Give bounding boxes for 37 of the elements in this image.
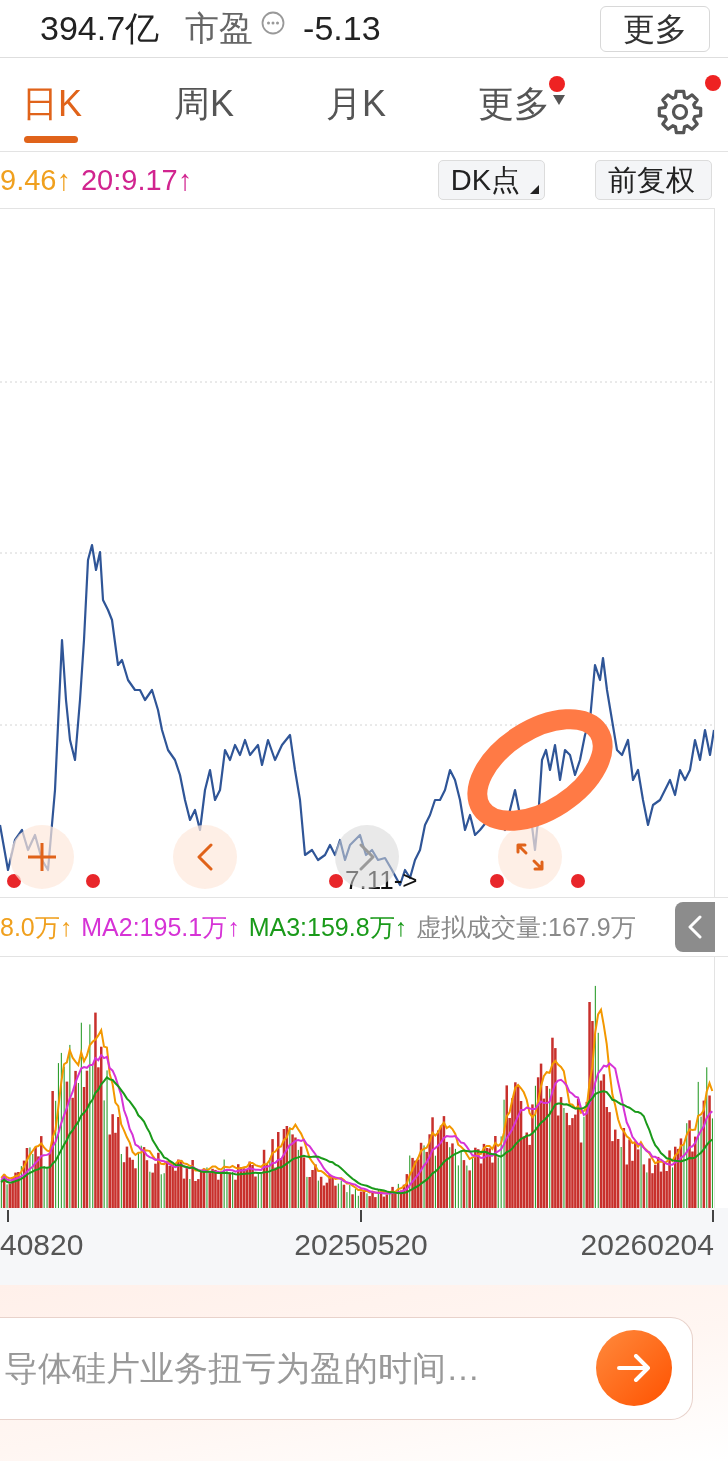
volume-legend-text: MA3:159.8万↑ (248, 911, 408, 943)
price-average-text: 20:9.17↑ (80, 163, 193, 197)
period-tab[interactable]: 月K (326, 58, 387, 151)
adjust-button[interactable]: 前复权 (595, 160, 712, 200)
arrow-right-icon (617, 1354, 651, 1382)
period-tab[interactable]: 日K (22, 58, 82, 151)
event-dot-icon (329, 874, 343, 888)
market-value: 394.7亿 (40, 7, 160, 49)
volume-legend-text: 虚拟成交量:167.9万 (416, 911, 636, 943)
pe-value: -5.13 (303, 9, 381, 48)
more-button[interactable]: 更多 (600, 5, 710, 52)
volume-legend-text: 8.0万↑ (0, 911, 73, 943)
event-dot-icon (7, 874, 21, 888)
expand-icon (515, 842, 545, 872)
dk-button[interactable]: DK点 (437, 160, 545, 200)
pe-label: 市盈 (185, 7, 254, 49)
event-dot-icon (490, 874, 504, 888)
date-axis-label: 20250520 (294, 1228, 428, 1262)
plus-icon (27, 842, 57, 872)
collapse-button[interactable] (675, 902, 715, 952)
period-tab[interactable]: 周K (174, 58, 235, 151)
question-field[interactable]: 导体硅片业务扭亏为盈的时间… (0, 1317, 693, 1420)
chevron-left-icon (197, 843, 213, 871)
chevron-right-icon (359, 843, 375, 871)
event-dot-icon (86, 874, 100, 888)
date-axis-label: 40820 (0, 1228, 84, 1262)
plus-button[interactable] (10, 825, 74, 889)
date-axis-label: 20260204 (580, 1228, 714, 1262)
more-info-icon[interactable] (261, 10, 286, 35)
price-average-text: 9.46↑ (0, 163, 71, 197)
event-dot-icon (571, 874, 585, 888)
date-marker-label: 7.11-> (345, 865, 418, 896)
volume-legend-text: MA2:195.1万↑ (81, 911, 240, 943)
chevron-left-icon (688, 915, 702, 939)
settings-icon (657, 88, 704, 135)
caret-icon (530, 185, 539, 194)
period-tab[interactable]: 更多 (478, 58, 566, 151)
